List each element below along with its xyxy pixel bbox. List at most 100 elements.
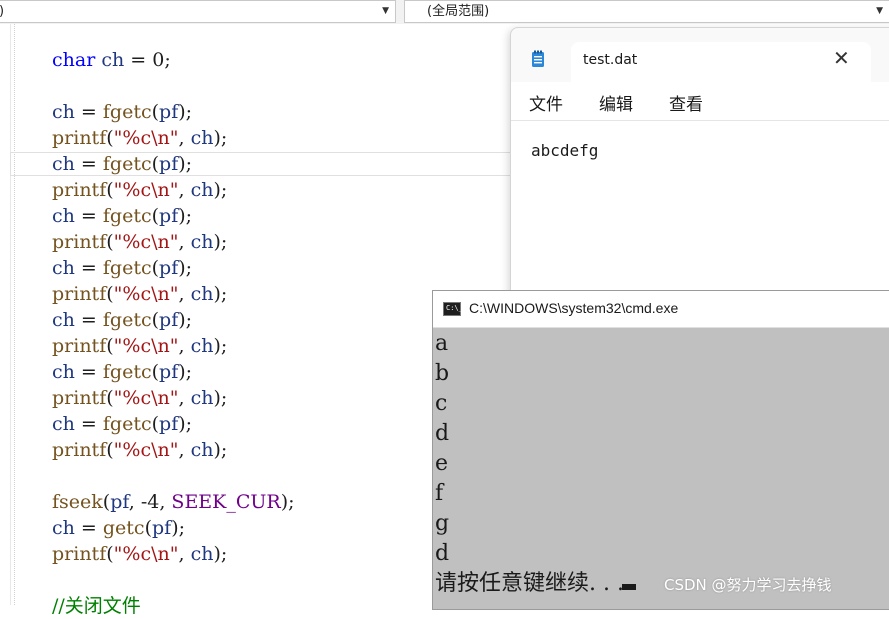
close-tab-icon[interactable]: ✕ xyxy=(833,48,850,68)
indent-guide xyxy=(14,24,15,605)
watermark: CSDN @努力学习去挣钱 xyxy=(664,576,832,594)
code-line: ch = fgetc(pf); xyxy=(52,411,192,437)
console-output: a b c d e f g d 请按任意键继续. . . xyxy=(435,329,889,599)
scope-dropdown-left-value: ) xyxy=(0,1,4,22)
console-output-line: a xyxy=(435,331,449,356)
code-token: , xyxy=(178,439,191,461)
code-token: ( xyxy=(106,231,114,253)
code-token: , xyxy=(178,543,191,565)
code-token: , xyxy=(178,231,191,253)
notepad-tab[interactable]: test.dat ✕ xyxy=(571,42,871,82)
code-token: "%c\n" xyxy=(113,127,179,149)
code-token: ); xyxy=(280,491,295,513)
notepad-tab-title: test.dat xyxy=(583,52,638,68)
code-token: getc xyxy=(102,517,145,539)
code-token: fgetc xyxy=(102,153,152,175)
console-cursor xyxy=(621,584,636,590)
code-token: = xyxy=(74,101,103,123)
code-token: ch xyxy=(190,127,214,149)
code-token: ); xyxy=(213,543,228,565)
scope-dropdown-left[interactable]: ) ▼ xyxy=(0,0,396,23)
code-token: = xyxy=(74,413,103,435)
code-token: fgetc xyxy=(102,205,152,227)
code-token: ); xyxy=(178,413,193,435)
navigation-bar: ) ▼ (全局范围) ▼ xyxy=(0,0,889,25)
code-line: ch = fgetc(pf); xyxy=(52,203,192,229)
code-token: ch xyxy=(52,309,75,331)
code-token: ); xyxy=(213,127,228,149)
code-token: ( xyxy=(106,127,114,149)
scope-dropdown-right[interactable]: (全局范围) ▼ xyxy=(404,0,889,23)
console-output-line: c xyxy=(435,391,448,416)
code-token: ); xyxy=(213,335,228,357)
code-token: ch xyxy=(52,153,75,175)
console-title: C:\WINDOWS\system32\cmd.exe xyxy=(469,300,679,316)
menu-view[interactable]: 查看 xyxy=(669,90,703,115)
code-token: = xyxy=(74,257,103,279)
code-token: "%c\n" xyxy=(113,231,179,253)
code-token: "%c\n" xyxy=(113,179,179,201)
code-token: ch xyxy=(190,335,214,357)
code-line: ch = fgetc(pf); xyxy=(52,359,192,385)
code-token: ch xyxy=(52,517,75,539)
code-token: = xyxy=(74,309,103,331)
code-token: ch xyxy=(52,205,75,227)
notepad-window[interactable]: test.dat ✕ 文件 编辑 查看 abcdefg xyxy=(510,27,889,319)
menu-edit[interactable]: 编辑 xyxy=(599,90,633,115)
menu-file[interactable]: 文件 xyxy=(529,90,563,115)
code-token: ( xyxy=(151,309,160,331)
code-token: = xyxy=(74,517,103,539)
code-token: "%c\n" xyxy=(113,439,179,461)
dropdown-arrow-icon: ▼ xyxy=(876,6,883,16)
code-token: ); xyxy=(213,231,228,253)
code-token: , xyxy=(178,127,191,149)
code-token: ); xyxy=(178,309,193,331)
code-token: ch xyxy=(190,387,214,409)
console-window[interactable]: C:\_ C:\WINDOWS\system32\cmd.exe abcdefg… xyxy=(432,290,889,610)
code-token: ch xyxy=(52,413,75,435)
code-token: ( xyxy=(151,257,160,279)
code-line: printf("%c\n", ch); xyxy=(52,385,227,411)
code-token: ch xyxy=(190,231,214,253)
code-token: pf xyxy=(159,361,179,383)
code-line: //关闭文件 xyxy=(52,593,141,619)
code-line: char ch = 0; xyxy=(52,47,171,73)
code-token: , -4, xyxy=(128,491,172,513)
code-token: pf xyxy=(159,309,179,331)
code-token: = xyxy=(74,205,103,227)
code-token: "%c\n" xyxy=(113,387,179,409)
code-token: printf xyxy=(52,179,107,201)
code-token: fgetc xyxy=(102,101,152,123)
editor-margin xyxy=(10,24,11,605)
code-token: ( xyxy=(144,517,152,539)
code-token: printf xyxy=(52,335,107,357)
code-token: "%c\n" xyxy=(113,283,179,305)
code-token: fgetc xyxy=(102,257,152,279)
dropdown-arrow-icon: ▼ xyxy=(382,6,389,16)
code-token: pf xyxy=(159,413,179,435)
code-token: ( xyxy=(151,101,160,123)
code-token: pf xyxy=(159,205,179,227)
code-token: ); xyxy=(178,361,193,383)
code-token: pf xyxy=(152,517,172,539)
code-token: pf xyxy=(110,491,129,513)
code-token: ( xyxy=(151,361,160,383)
code-token: ch xyxy=(52,257,75,279)
code-token: printf xyxy=(52,127,107,149)
code-line: ch = fgetc(pf); xyxy=(52,99,192,125)
console-output-line: g xyxy=(435,511,450,536)
code-token: printf xyxy=(52,231,107,253)
code-token: printf xyxy=(52,387,107,409)
code-token: ch xyxy=(190,283,214,305)
code-token: ); xyxy=(213,439,228,461)
code-token: = xyxy=(74,361,103,383)
console-titlebar[interactable]: C:\_ C:\WINDOWS\system32\cmd.exe xyxy=(433,291,889,328)
scope-dropdown-right-value: (全局范围) xyxy=(427,4,490,19)
notepad-file-content: abcdefg xyxy=(531,141,599,160)
code-token: , xyxy=(178,335,191,357)
code-token: "%c\n" xyxy=(113,335,179,357)
console-prompt-text: 请按任意键继续. . . xyxy=(435,571,624,596)
code-token: pf xyxy=(159,101,179,123)
code-token: ( xyxy=(106,283,114,305)
code-line: fseek(pf, -4, SEEK_CUR); xyxy=(52,489,295,515)
